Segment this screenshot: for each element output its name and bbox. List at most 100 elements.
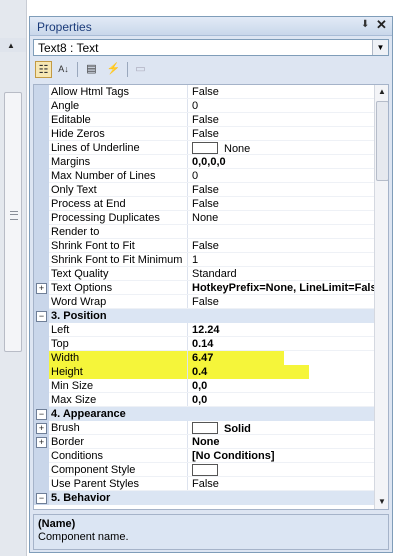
rail-scrollbar[interactable]: [4, 92, 22, 352]
expand-icon[interactable]: +: [36, 283, 47, 294]
property-value[interactable]: 0.4: [192, 366, 374, 378]
category-label: 3. Position: [51, 310, 107, 322]
property-value[interactable]: 0.14: [192, 338, 374, 350]
property-value[interactable]: False: [192, 198, 374, 210]
events-icon[interactable]: ⚡: [105, 61, 122, 78]
property-value[interactable]: False: [192, 114, 374, 126]
property-name: Top: [51, 338, 69, 350]
chevron-down-icon[interactable]: ▼: [372, 40, 388, 55]
property-row[interactable]: Lines of Underline None: [34, 141, 374, 155]
property-value[interactable]: 6.47: [192, 352, 374, 364]
property-name: Use Parent Styles: [51, 478, 140, 490]
property-name: Text Options: [51, 282, 113, 294]
property-row[interactable]: Process at End False: [34, 197, 374, 211]
property-value[interactable]: [No Conditions]: [192, 450, 374, 462]
property-name: Lines of Underline: [51, 142, 140, 154]
property-value[interactable]: False: [192, 478, 374, 490]
property-row-highlighted[interactable]: Height 0.4: [34, 365, 374, 379]
property-row[interactable]: Only Text False: [34, 183, 374, 197]
properties-toolbar: ☷ A↓ ▤ ⚡ ▭: [33, 60, 203, 80]
property-value[interactable]: 0,0,0,0: [192, 156, 374, 168]
property-row[interactable]: Render to: [34, 225, 374, 239]
scroll-up-icon[interactable]: ▲: [375, 85, 388, 99]
collapse-icon[interactable]: −: [36, 409, 47, 420]
property-value[interactable]: 0,0: [192, 380, 374, 392]
property-row[interactable]: Editable False: [34, 113, 374, 127]
property-row[interactable]: + Border None: [34, 435, 374, 449]
property-row[interactable]: Margins 0,0,0,0: [34, 155, 374, 169]
property-row-highlighted[interactable]: Width 6.47: [34, 351, 374, 365]
property-grid: Allow Html Tags False Angle 0 Editable Fals…: [33, 84, 389, 510]
property-value[interactable]: 1: [192, 254, 374, 266]
property-value[interactable]: 0: [192, 170, 374, 182]
property-name: Only Text: [51, 184, 97, 196]
property-name: Processing Duplicates: [51, 212, 160, 224]
collapse-icon[interactable]: −: [36, 311, 47, 322]
property-name: Max Size: [51, 394, 97, 406]
properties-icon[interactable]: ▤: [83, 61, 100, 78]
property-value[interactable]: False: [192, 86, 374, 98]
property-value[interactable]: 12.24: [192, 324, 374, 336]
property-value[interactable]: HotkeyPrefix=None, LineLimit=False: [192, 282, 374, 294]
property-name: Shrink Font to Fit: [51, 240, 135, 252]
property-row[interactable]: Text Quality Standard: [34, 267, 374, 281]
property-row[interactable]: Conditions [No Conditions]: [34, 449, 374, 463]
property-row[interactable]: Angle 0: [34, 99, 374, 113]
description-pane: (Name) Component name.: [33, 514, 389, 550]
property-value[interactable]: 0,0: [192, 394, 374, 406]
property-value[interactable]: False: [192, 296, 374, 308]
property-value[interactable]: None: [192, 436, 374, 448]
property-pages-icon[interactable]: ▭: [132, 61, 149, 78]
property-name: Editable: [51, 114, 91, 126]
property-row[interactable]: Allow Html Tags False: [34, 85, 374, 99]
category-position[interactable]: −3. Position: [34, 309, 374, 323]
close-icon[interactable]: ✕: [376, 17, 387, 33]
scroll-thumb[interactable]: [376, 101, 388, 181]
property-row[interactable]: Max Number of Lines 0: [34, 169, 374, 183]
collapse-icon[interactable]: −: [36, 493, 47, 504]
property-row[interactable]: Top 0.14: [34, 337, 374, 351]
property-row[interactable]: + Brush Solid: [34, 421, 374, 435]
description-title: (Name): [38, 518, 76, 530]
property-row[interactable]: Component Style: [34, 463, 374, 477]
category-behavior[interactable]: −5. Behavior: [34, 491, 374, 505]
expand-icon[interactable]: +: [36, 423, 47, 434]
property-name: Allow Html Tags: [51, 86, 130, 98]
color-swatch: [192, 422, 218, 434]
panel-title: Properties: [37, 20, 92, 34]
category-label: 5. Behavior: [51, 492, 111, 504]
property-row[interactable]: Word Wrap False: [34, 295, 374, 309]
property-name: Conditions: [51, 450, 103, 462]
property-row[interactable]: Max Size 0,0: [34, 393, 374, 407]
categorized-icon[interactable]: ☷: [35, 61, 52, 78]
object-selector-dropdown[interactable]: Text8 : Text ▼: [33, 39, 389, 56]
alphabetical-icon[interactable]: A↓: [55, 61, 72, 78]
property-value[interactable]: None: [192, 212, 374, 224]
category-appearance[interactable]: −4. Appearance: [34, 407, 374, 421]
property-row[interactable]: + Text Options HotkeyPrefix=None, LineLimi…: [34, 281, 374, 295]
property-value[interactable]: Standard: [192, 268, 374, 280]
toolbar-divider: [77, 62, 78, 77]
property-row[interactable]: Hide Zeros False: [34, 127, 374, 141]
expand-icon[interactable]: +: [36, 437, 47, 448]
property-value[interactable]: False: [192, 128, 374, 140]
grid-scrollbar[interactable]: ▲ ▼: [374, 85, 388, 509]
property-value[interactable]: False: [192, 240, 374, 252]
property-row[interactable]: Shrink Font to Fit Minimum 1: [34, 253, 374, 267]
property-value[interactable]: 0: [192, 100, 374, 112]
category-label: 4. Appearance: [51, 408, 126, 420]
property-value[interactable]: False: [192, 184, 374, 196]
property-row[interactable]: Left 12.24: [34, 323, 374, 337]
property-name: Word Wrap: [51, 296, 107, 308]
pin-icon[interactable]: ⬇: [361, 19, 369, 30]
property-row[interactable]: Shrink Font to Fit False: [34, 239, 374, 253]
scroll-grip-icon[interactable]: [10, 211, 18, 220]
property-name: Hide Zeros: [51, 128, 105, 140]
scroll-down-icon[interactable]: ▼: [375, 495, 388, 509]
property-row[interactable]: Use Parent Styles False: [34, 477, 374, 491]
properties-panel: Properties ⬇ ✕ Text8 : Text ▼ ☷ A↓ ▤ ⚡ ▭…: [29, 16, 393, 553]
collapse-up-icon[interactable]: ▲: [7, 41, 15, 50]
property-row[interactable]: Processing Duplicates None: [34, 211, 374, 225]
property-row[interactable]: Min Size 0,0: [34, 379, 374, 393]
property-name: Width: [51, 352, 80, 364]
